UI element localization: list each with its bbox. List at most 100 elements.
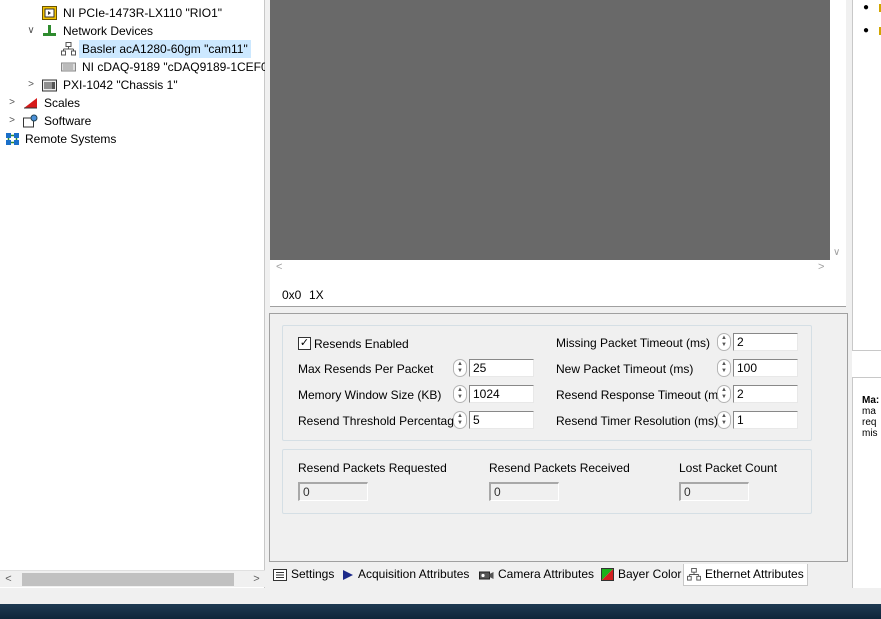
- settings-icon: [273, 568, 287, 581]
- tab-label: Bayer Color: [618, 567, 682, 581]
- resend-statistics-group: Resend Packets Requested 0 Resend Packet…: [282, 449, 812, 514]
- ethernet-camera-icon: [61, 42, 76, 56]
- chevron-right-icon[interactable]: >: [6, 94, 18, 112]
- resend-timer-resolution-input[interactable]: [733, 411, 798, 429]
- tree-panel: NI PCIe-1473R-LX110 "RIO1" ∨ Network Dev…: [0, 0, 265, 588]
- spinner-arrows-icon[interactable]: ▲ ▼: [453, 359, 467, 377]
- help-line: mis: [862, 428, 878, 439]
- lost-packet-count-value: 0: [679, 482, 749, 501]
- chevron-right-icon[interactable]: >: [25, 76, 37, 94]
- tree-item-label: Network Devices: [63, 24, 154, 38]
- tree-item-label: NI PCIe-1473R-LX110 "RIO1": [63, 6, 223, 20]
- lost-packet-count-label: Lost Packet Count: [679, 461, 778, 475]
- attribute-tab-bar: Settings Acquisition Attributes Camera A…: [269, 562, 848, 586]
- tree-item-scales[interactable]: > Scales: [0, 94, 265, 112]
- resend-packets-received-label: Resend Packets Received: [489, 461, 630, 475]
- chevron-down-icon[interactable]: ∨: [25, 22, 37, 40]
- tree-item-label: Software: [44, 114, 92, 128]
- tree-horizontal-scrollbar[interactable]: < >: [0, 570, 265, 587]
- resends-enabled-label: Resends Enabled: [314, 337, 409, 351]
- help-line: ma: [862, 406, 876, 417]
- help-text: Ma: ma req mis: [862, 395, 881, 439]
- resend-response-timeout-label: Resend Response Timeout (ms): [556, 388, 729, 402]
- scrollbar-thumb[interactable]: [22, 573, 234, 586]
- tab-label: Settings: [291, 567, 335, 581]
- tree-item-label: Scales: [44, 96, 81, 110]
- tab-camera-attributes[interactable]: Camera Attributes: [479, 564, 594, 584]
- spinner-arrows-icon[interactable]: ▲ ▼: [717, 385, 731, 403]
- tree-item-remote-systems[interactable]: Remote Systems: [0, 130, 265, 148]
- tree-item-label: NI cDAQ-9189 "cDAQ9189-1CEF0A: [82, 60, 265, 74]
- right-panel-divider: [852, 350, 881, 378]
- right-side-panel: ● ●: [852, 0, 881, 588]
- scroll-down-icon[interactable]: ∨: [833, 247, 840, 258]
- tree-item-label: Basler acA1280-60gm "cam11": [79, 40, 251, 58]
- tree-item-label: PXI-1042 "Chassis 1": [63, 78, 178, 92]
- tree-item-label: Remote Systems: [25, 132, 117, 146]
- new-packet-timeout-input[interactable]: [733, 359, 798, 377]
- software-icon: [23, 114, 38, 128]
- fpga-icon: [42, 6, 57, 20]
- tree-item-software[interactable]: > Software: [0, 112, 265, 130]
- ethernet-icon: [687, 568, 701, 581]
- tab-bayer-color[interactable]: Bayer Color: [601, 564, 681, 584]
- ethernet-attributes-panel: ✓ Resends Enabled Max Resends Per Packet…: [269, 313, 848, 562]
- tree-item-network-devices[interactable]: ∨ Network Devices: [0, 22, 265, 40]
- tree-item-cdaq[interactable]: NI cDAQ-9189 "cDAQ9189-1CEF0A: [0, 58, 265, 76]
- resend-threshold-input[interactable]: [469, 411, 534, 429]
- max-resends-input[interactable]: [469, 359, 534, 377]
- tab-settings[interactable]: Settings: [273, 564, 334, 584]
- window-bottom-edge: [0, 588, 881, 604]
- missing-packet-timeout-input[interactable]: [733, 333, 798, 351]
- tab-ethernet-attributes[interactable]: Ethernet Attributes: [683, 564, 808, 586]
- resend-threshold-label: Resend Threshold Percentage: [298, 414, 461, 428]
- image-status-bar: 0x0 1X: [270, 277, 846, 307]
- remote-systems-icon: [6, 133, 19, 145]
- help-title: Ma:: [862, 395, 880, 406]
- scales-icon: [24, 98, 37, 109]
- chevron-right-icon[interactable]: >: [6, 112, 18, 130]
- memory-window-input[interactable]: [469, 385, 534, 403]
- zoom-level: 1X: [309, 288, 324, 302]
- taskbar: [0, 604, 881, 619]
- pixel-coordinates: 0x0: [282, 288, 302, 302]
- spinner-arrows-icon[interactable]: ▲ ▼: [717, 359, 731, 377]
- spinner-arrows-icon[interactable]: ▲ ▼: [717, 411, 731, 429]
- tab-label: Ethernet Attributes: [705, 567, 804, 581]
- resend-packets-received-value: 0: [489, 482, 559, 501]
- scroll-right-icon[interactable]: >: [248, 571, 265, 588]
- max-resends-label: Max Resends Per Packet: [298, 362, 434, 376]
- scroll-left-icon[interactable]: <: [276, 261, 282, 273]
- new-packet-timeout-label: New Packet Timeout (ms): [556, 362, 694, 376]
- resend-response-timeout-input[interactable]: [733, 385, 798, 403]
- scroll-left-icon[interactable]: <: [0, 571, 17, 588]
- tree-item-basler-camera[interactable]: Basler acA1280-60gm "cam11": [0, 40, 265, 58]
- bullet-icon: ●: [863, 25, 870, 36]
- camera-icon: [479, 571, 494, 580]
- tab-acquisition-attributes[interactable]: Acquisition Attributes: [342, 564, 469, 584]
- play-icon: [343, 569, 353, 580]
- image-vertical-scrollbar[interactable]: ∨: [830, 0, 846, 260]
- bayer-icon: [601, 568, 614, 582]
- scroll-right-icon[interactable]: >: [818, 261, 824, 273]
- chassis-icon: [42, 79, 57, 92]
- tab-label: Camera Attributes: [498, 567, 595, 581]
- spinner-arrows-icon[interactable]: ▲ ▼: [453, 411, 467, 429]
- tree-item-pxi-chassis[interactable]: > PXI-1042 "Chassis 1": [0, 76, 265, 94]
- memory-window-label: Memory Window Size (KB): [298, 388, 442, 402]
- network-icon: [43, 25, 56, 36]
- help-line: req: [862, 417, 877, 428]
- missing-packet-timeout-label: Missing Packet Timeout (ms): [556, 336, 711, 350]
- cdaq-icon: [61, 62, 76, 72]
- resend-packets-requested-value: 0: [298, 482, 368, 501]
- spinner-arrows-icon[interactable]: ▲ ▼: [717, 333, 731, 351]
- bullet-icon: ●: [863, 2, 870, 13]
- resend-settings-group: ✓ Resends Enabled Max Resends Per Packet…: [282, 325, 812, 441]
- spinner-arrows-icon[interactable]: ▲ ▼: [453, 385, 467, 403]
- resends-enabled-checkbox[interactable]: ✓: [298, 337, 311, 350]
- tab-label: Acquisition Attributes: [358, 567, 470, 581]
- tree-item-rio1[interactable]: NI PCIe-1473R-LX110 "RIO1": [0, 4, 265, 22]
- resend-packets-requested-label: Resend Packets Requested: [298, 461, 447, 475]
- image-display[interactable]: [270, 0, 830, 260]
- image-horizontal-scrollbar[interactable]: < >: [270, 260, 846, 277]
